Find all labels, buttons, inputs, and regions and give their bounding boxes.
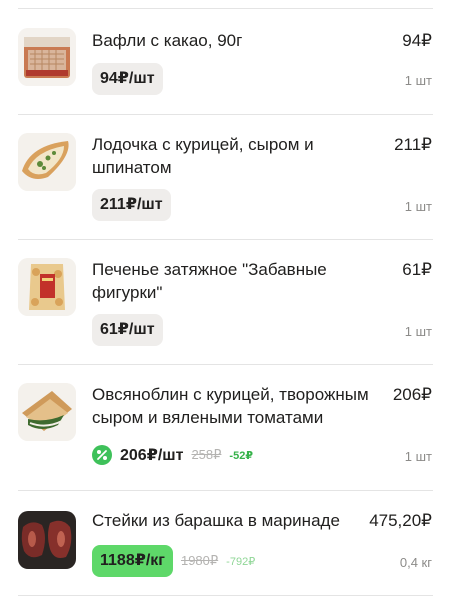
item-quantity[interactable]: 0,4 кг	[400, 555, 432, 570]
unit-price: 206₽/шт	[120, 447, 184, 464]
divider	[18, 364, 433, 365]
oat-pancake-icon[interactable]	[18, 383, 76, 441]
unit-price-row: 211₽/шт	[92, 189, 171, 221]
discount-amount: -52₽	[229, 449, 253, 462]
divider	[18, 595, 433, 596]
old-price: 1980₽	[180, 553, 219, 568]
unit-price-chip: 1188₽/кг	[92, 545, 173, 577]
unit-price-row: 1188₽/кг 1980₽ -792₽	[92, 545, 255, 577]
unit-price-chip: 211₽/шт	[92, 189, 171, 221]
item-price: 94₽	[402, 31, 432, 50]
divider	[18, 114, 433, 115]
cart-items-list: Вафли с какао, 90г 94₽ 94₽/шт 1 шт Лодоч…	[0, 0, 451, 600]
item-name[interactable]: Стейки из барашка в маринаде	[92, 509, 387, 532]
item-name[interactable]: Овсяноблин с курицей, творожным сыром и …	[92, 383, 387, 429]
item-quantity[interactable]: 1 шт	[405, 199, 432, 214]
waffle-pack-icon[interactable]	[18, 28, 76, 86]
item-quantity[interactable]: 1 шт	[405, 73, 432, 88]
unit-price-chip: 61₽/шт	[92, 314, 163, 346]
boat-pastry-icon[interactable]	[18, 133, 76, 191]
old-price: 258₽	[191, 447, 222, 462]
discount-icon	[92, 445, 112, 465]
divider	[18, 8, 433, 9]
lamb-steak-icon[interactable]	[18, 511, 76, 569]
cookie-bag-icon[interactable]	[18, 258, 76, 316]
item-quantity[interactable]: 1 шт	[405, 324, 432, 339]
item-name[interactable]: Лодочка с курицей, сыром и шпинатом	[92, 133, 387, 179]
unit-price-row: 206₽/шт 258₽ -52₽	[92, 439, 253, 471]
item-price: 475,20₽	[369, 511, 432, 530]
unit-price-chip: 94₽/шт	[92, 63, 163, 95]
divider	[18, 490, 433, 491]
item-price: 206₽	[392, 385, 432, 404]
item-price: 61₽	[402, 260, 432, 279]
discount-amount: -792₽	[226, 555, 256, 568]
item-name[interactable]: Печенье затяжное "Забавные фигурки"	[92, 258, 387, 304]
item-price: 211₽	[394, 135, 432, 154]
item-name[interactable]: Вафли с какао, 90г	[92, 29, 387, 52]
unit-price-row: 94₽/шт	[92, 63, 163, 95]
unit-price-row: 61₽/шт	[92, 314, 163, 346]
item-quantity[interactable]: 1 шт	[405, 449, 432, 464]
divider	[18, 239, 433, 240]
